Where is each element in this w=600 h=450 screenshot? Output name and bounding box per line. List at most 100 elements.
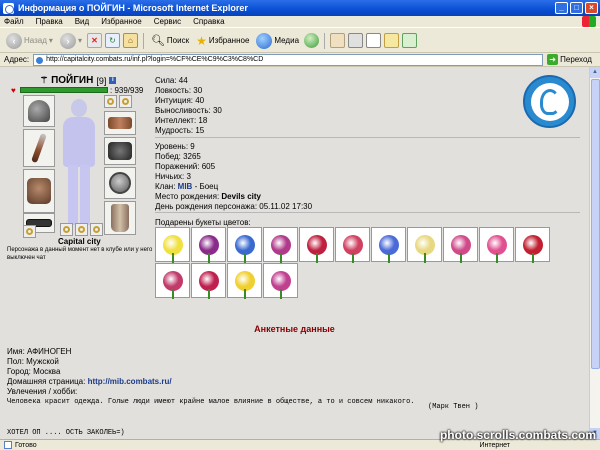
refresh-icon[interactable]: ↻ [104,33,120,48]
hp-value: : 939/939 [110,86,144,95]
flower-bouquet[interactable] [191,263,226,299]
vertical-scrollbar[interactable]: ▲ ▼ [589,67,600,439]
go-arrow-icon: ➜ [547,54,559,65]
flower-bouquet[interactable] [263,227,298,263]
menu-edit[interactable]: Правка [36,17,63,26]
boots-slot[interactable] [104,201,136,235]
gloves-icon [108,142,132,160]
print-icon[interactable] [348,33,364,48]
profile-quote: Человека красит одежда. Голые люди имеют… [7,398,415,406]
ring-slot-3[interactable] [75,223,88,236]
favorites-button[interactable]: ★ Избранное [194,34,251,48]
flower-icon [234,234,255,263]
menu-bar: Файл Правка Вид Избранное Сервис Справка [0,16,600,28]
record-wins: Побед: 3265 [155,152,201,161]
flower-bouquet[interactable] [371,227,406,263]
homepage-link[interactable]: http://mib.combats.ru/ [88,377,172,386]
search-button[interactable]: 🔍︎ Поиск [149,34,191,47]
flower-bouquet[interactable] [227,263,262,299]
helmet-slot[interactable] [23,95,55,127]
status-text: Готово [15,441,37,449]
history-icon[interactable] [304,33,320,48]
clan-label: Клан: [155,182,176,191]
flower-icon [198,270,219,299]
discuss-icon[interactable] [384,33,400,48]
flower-bouquet[interactable] [407,227,442,263]
forward-button[interactable]: › ▾ [58,32,84,49]
menu-tools[interactable]: Сервис [154,17,181,26]
divider [155,137,580,138]
home-icon[interactable]: ⌂ [122,33,138,48]
flower-icon [234,270,255,299]
bracers-slot[interactable] [104,111,136,135]
weapon-slot[interactable] [23,129,55,167]
menu-view[interactable]: Вид [75,17,89,26]
media-button[interactable]: Медиа [254,32,301,49]
record-birthplace: Место рождения: Devils city [155,192,312,202]
shield-icon [109,172,131,194]
divider [155,212,580,213]
stats-block: Сила: 44 Ловкость: 30 Интуиция: 40 Вынос… [155,76,222,136]
star-icon: ★ [196,33,207,48]
flower-bouquet[interactable] [335,227,370,263]
windows-logo-icon [582,16,596,27]
flower-bouquet[interactable] [299,227,334,263]
flower-icon [306,234,327,263]
figure-head [71,99,87,117]
gloves-slot[interactable] [104,137,136,165]
internet-zone: Интернет [479,441,510,449]
alignment-icon: ⚚ [40,75,49,85]
go-label: Переход [560,55,592,64]
messenger-icon[interactable] [402,33,418,48]
earring-slot-1[interactable] [104,95,117,108]
maximize-button[interactable]: □ [570,2,583,14]
shield-slot[interactable] [104,167,136,199]
scroll-thumb[interactable] [591,79,600,369]
ring-icon [93,226,100,233]
flower-bouquet[interactable] [155,263,190,299]
record-clan: Клан: MIB - Боец [155,182,312,192]
favorites-label: Избранное [208,36,250,45]
ring-slot-4[interactable] [90,223,103,236]
toolbar-separator [324,32,326,49]
flower-bouquet[interactable] [227,227,262,263]
flower-bouquet[interactable] [263,263,298,299]
ring-icon [63,226,70,233]
stop-icon[interactable]: ✕ [86,33,102,48]
back-label: Назад [24,36,47,45]
address-input[interactable]: http://capitalcity.combats.ru/inf.pl?log… [33,53,544,66]
flower-icon [270,270,291,299]
minimize-button[interactable]: _ [555,2,568,14]
clan-rank: - Боец [194,182,219,191]
flowers-title: Подарены букеты цветов: [155,218,251,227]
close-button[interactable]: × [585,2,598,14]
flower-bouquet[interactable] [479,227,514,263]
clan-link[interactable]: MIB [178,182,193,191]
edit-icon[interactable] [366,33,382,48]
back-button[interactable]: ‹ Назад ▾ [4,32,55,49]
flower-bouquet[interactable] [443,227,478,263]
mail-icon[interactable] [330,33,346,48]
flower-bouquet[interactable] [191,227,226,263]
flower-icon [270,234,291,263]
flower-bouquet[interactable] [515,227,550,263]
menu-help[interactable]: Справка [193,17,224,26]
scroll-up-icon[interactable]: ▲ [590,67,600,78]
ring-slot-1[interactable] [23,225,36,238]
flower-bouquet[interactable] [155,227,190,263]
go-button[interactable]: ➜ Переход [547,54,592,65]
hp-bar [20,87,108,93]
menu-file[interactable]: Файл [4,17,24,26]
armor-slot[interactable] [23,169,55,213]
ring-slot-2[interactable] [60,223,73,236]
profile-hobbies: Увлечения / хобби: [7,387,78,396]
menu-favorites[interactable]: Избранное [101,17,142,26]
bracers-icon [108,117,132,129]
flower-icon [414,234,435,263]
info-icon[interactable]: i [109,77,117,84]
clan-emblem[interactable] [523,75,576,128]
homepage-label: Домашняя страница: [7,377,86,386]
quote-author: (Марк Твен ) [428,403,479,411]
earring-slot-2[interactable] [119,95,132,108]
birthplace-value: Devils city [221,192,261,201]
